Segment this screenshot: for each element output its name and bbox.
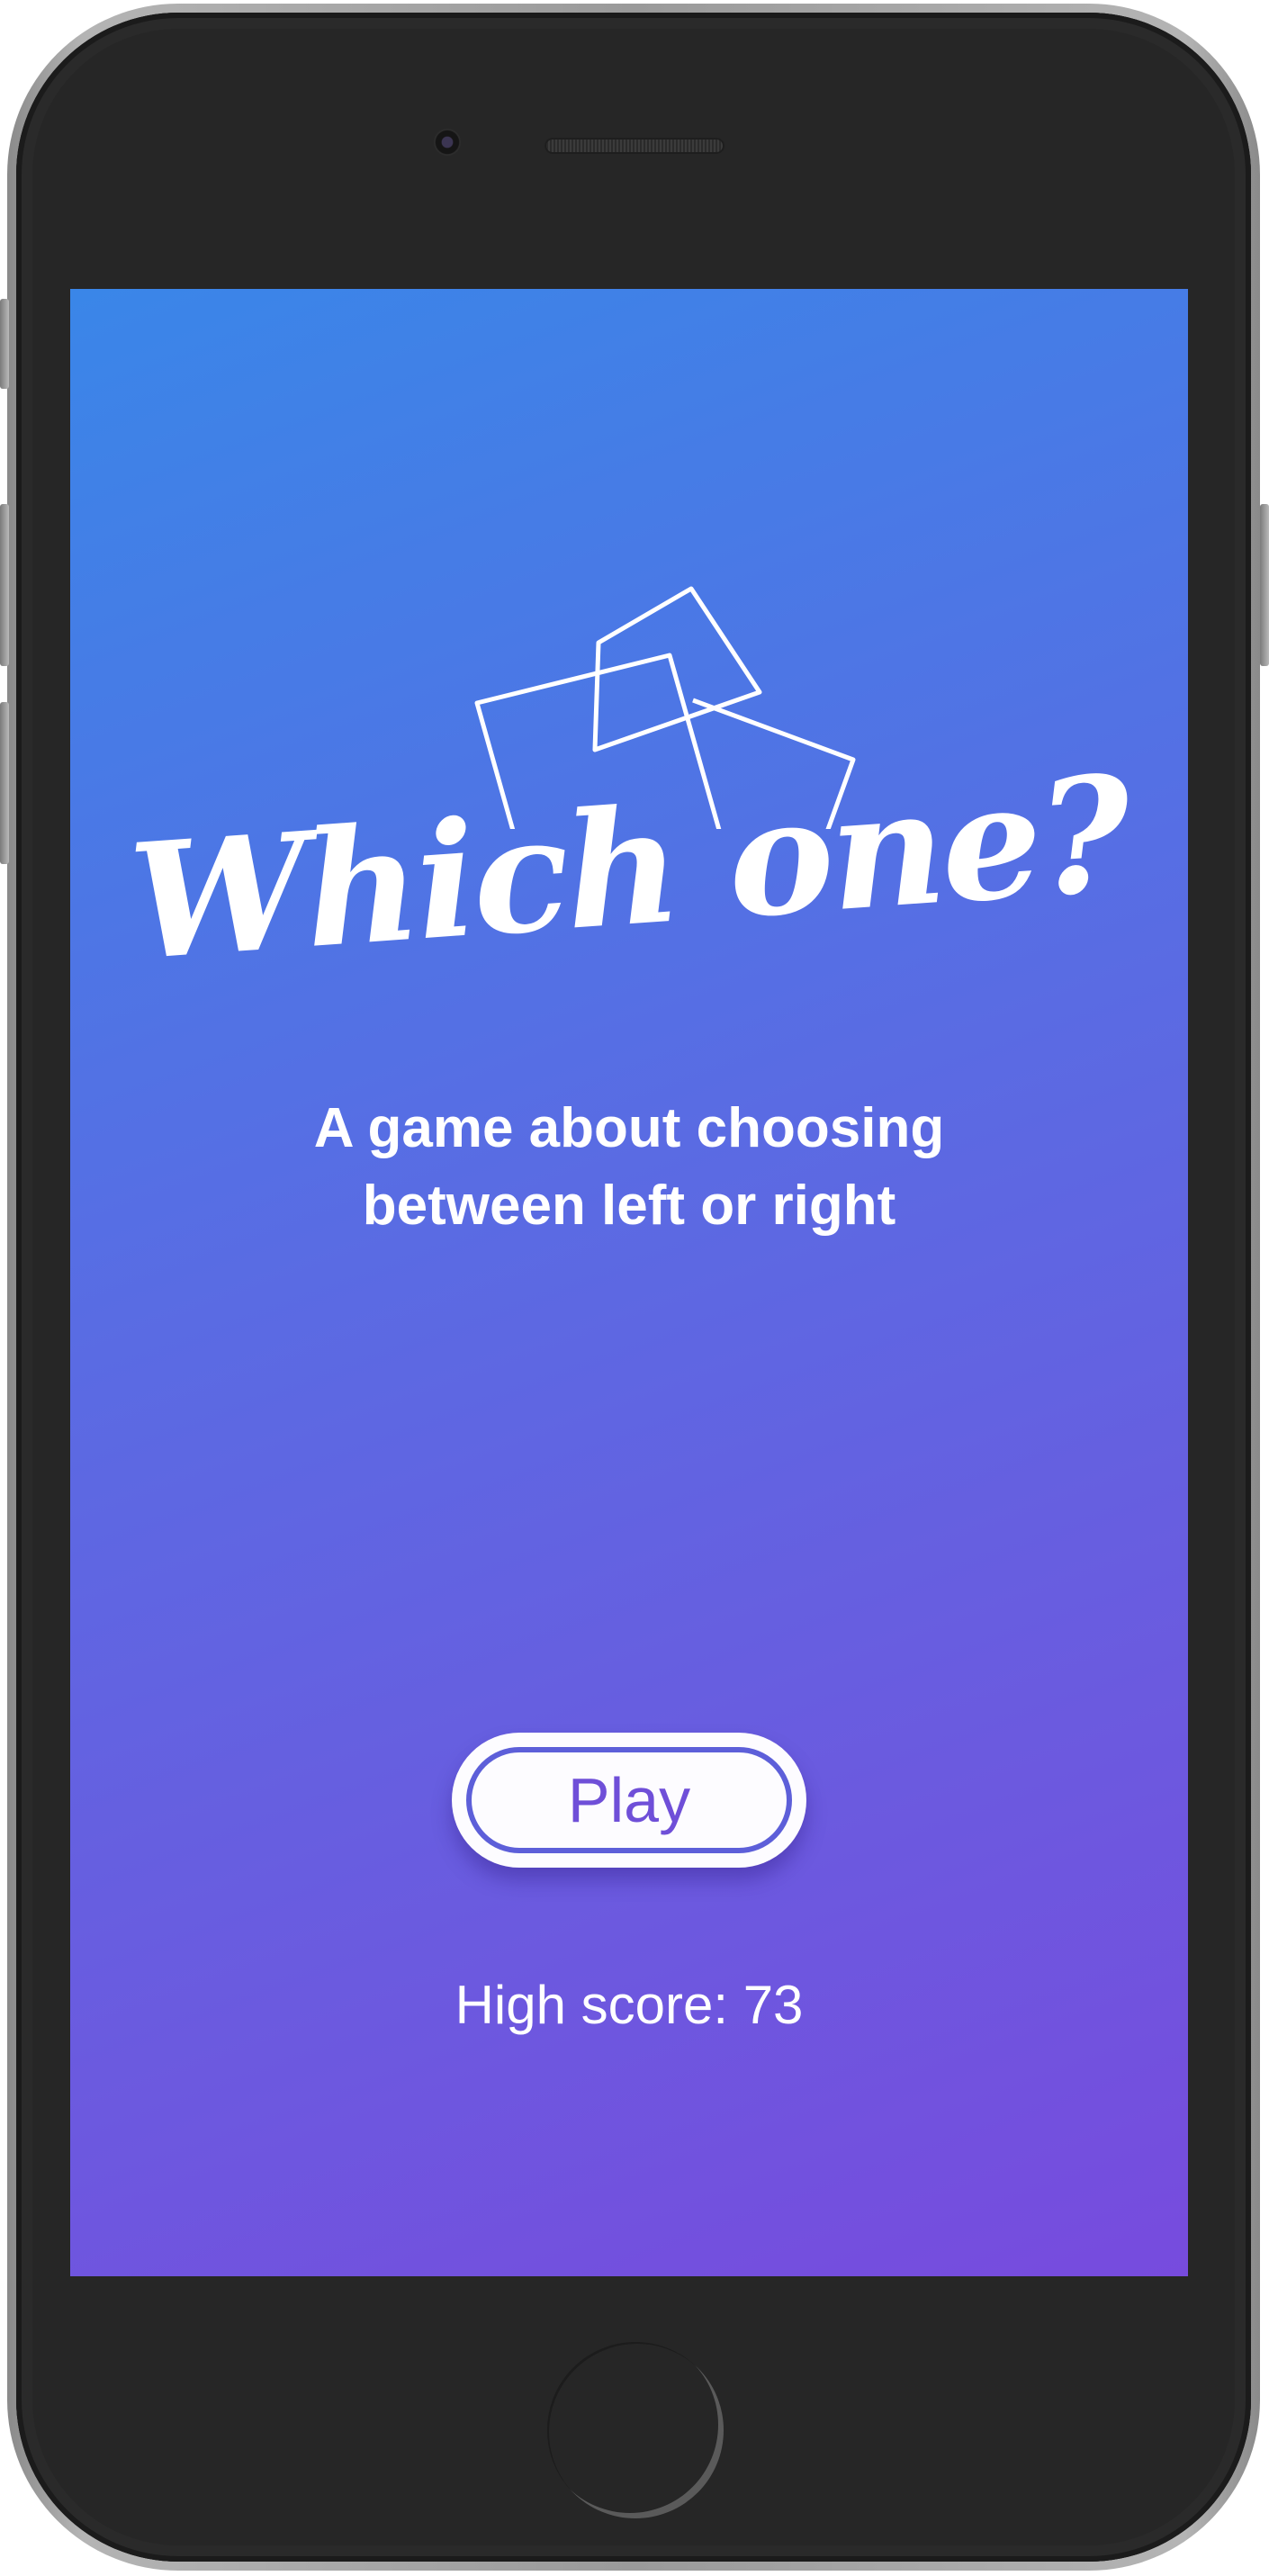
side-button-left-top xyxy=(0,299,9,389)
app-title: Which one? xyxy=(124,740,1134,996)
side-button-right xyxy=(1260,504,1269,666)
app-screen: Which one? A game about choosing between… xyxy=(70,289,1188,2276)
high-score-label: High score: 73 xyxy=(454,1975,804,2035)
side-button-left-middle xyxy=(0,504,9,666)
earpiece-speaker-icon xyxy=(544,138,724,154)
app-subtitle: A game about choosing between left or ri… xyxy=(313,1097,945,1237)
side-button-left-bottom xyxy=(0,702,9,864)
front-camera-icon xyxy=(434,129,461,156)
home-button-icon[interactable] xyxy=(544,2338,727,2522)
play-button[interactable]: Play xyxy=(452,1733,806,1868)
play-button-label: Play xyxy=(567,1765,691,1835)
